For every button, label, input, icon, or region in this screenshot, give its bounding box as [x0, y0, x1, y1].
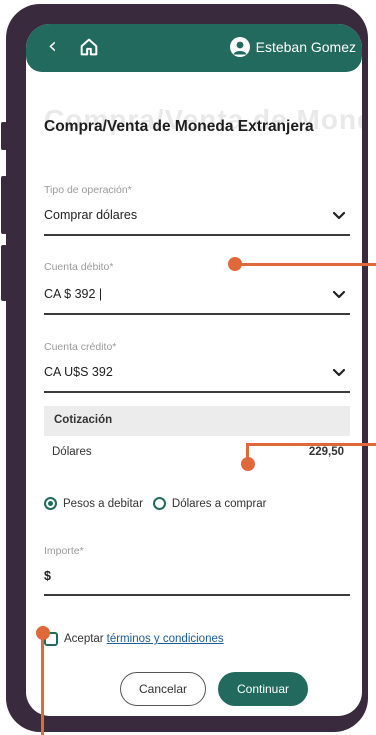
exchange-rate-header: Cotización: [44, 406, 350, 436]
terms-row: Aceptar términos y condiciones: [44, 632, 224, 646]
credit-account-select[interactable]: Cuenta crédito* CA U$S 392: [44, 341, 350, 395]
rate-currency: Dólares: [52, 446, 92, 458]
field-underline: [44, 313, 350, 315]
exchange-rate-row: Dólares 229,50: [44, 436, 350, 470]
field-underline: [44, 234, 350, 236]
terms-prefix: Aceptar: [64, 633, 104, 645]
rate-value: 229,50: [308, 446, 344, 458]
chevron-down-icon[interactable]: [332, 290, 346, 300]
radio-unselected-icon[interactable]: [152, 497, 166, 510]
field-underline: [44, 594, 350, 596]
amount-mode-radio-group: Pesos a debitar Dólares a comprar: [44, 497, 277, 510]
chevron-down-icon[interactable]: [332, 211, 346, 221]
exchange-rate-panel: Cotización Dólares 229,50: [44, 406, 350, 470]
app-screen: ‹ Esteban Gomez Compra/Venta de Moneda E…: [26, 24, 362, 716]
operation-type-value: Comprar dólares: [44, 208, 138, 222]
operation-type-select[interactable]: Tipo de operación* Comprar dólares: [44, 184, 350, 236]
radio-pesos-a-debitar[interactable]: Pesos a debitar: [44, 497, 143, 510]
callout-line: [41, 632, 44, 735]
amount-input[interactable]: Importe* $: [44, 545, 350, 597]
user-circle-icon: [229, 37, 250, 57]
radio-dolares-a-comprar[interactable]: Dólares a comprar: [152, 497, 267, 510]
debit-account-select[interactable]: Cuenta débito* CA $ 392 |: [44, 261, 350, 315]
credit-account-label: Cuenta crédito*: [44, 341, 117, 353]
amount-value: $: [44, 569, 51, 583]
user-name: Esteban Gomez: [255, 39, 356, 55]
field-underline: [44, 391, 350, 393]
callout-line: [235, 263, 376, 266]
credit-account-value: CA U$S 392: [44, 365, 113, 379]
amount-label: Importe*: [44, 545, 84, 557]
callout-line: [246, 443, 376, 446]
home-icon[interactable]: [78, 36, 100, 58]
cancel-button[interactable]: Cancelar: [120, 672, 206, 706]
chevron-down-icon[interactable]: [332, 368, 346, 378]
debit-account-value: CA $ 392 |: [44, 287, 103, 301]
chevron-left-icon[interactable]: ‹: [48, 34, 57, 60]
top-bar: ‹ Esteban Gomez: [26, 24, 362, 72]
continue-button[interactable]: Continuar: [218, 672, 308, 706]
user-menu[interactable]: Esteban Gomez: [229, 37, 356, 57]
callout-line: [246, 444, 249, 462]
terms-link[interactable]: términos y condiciones: [107, 633, 224, 645]
radio-label: Pesos a debitar: [63, 497, 143, 510]
page-title: Compra/Venta de Moneda Extranjera: [44, 118, 314, 135]
operation-type-label: Tipo de operación*: [44, 184, 132, 196]
radio-label: Dólares a comprar: [171, 497, 267, 510]
radio-selected-icon[interactable]: [44, 497, 57, 510]
